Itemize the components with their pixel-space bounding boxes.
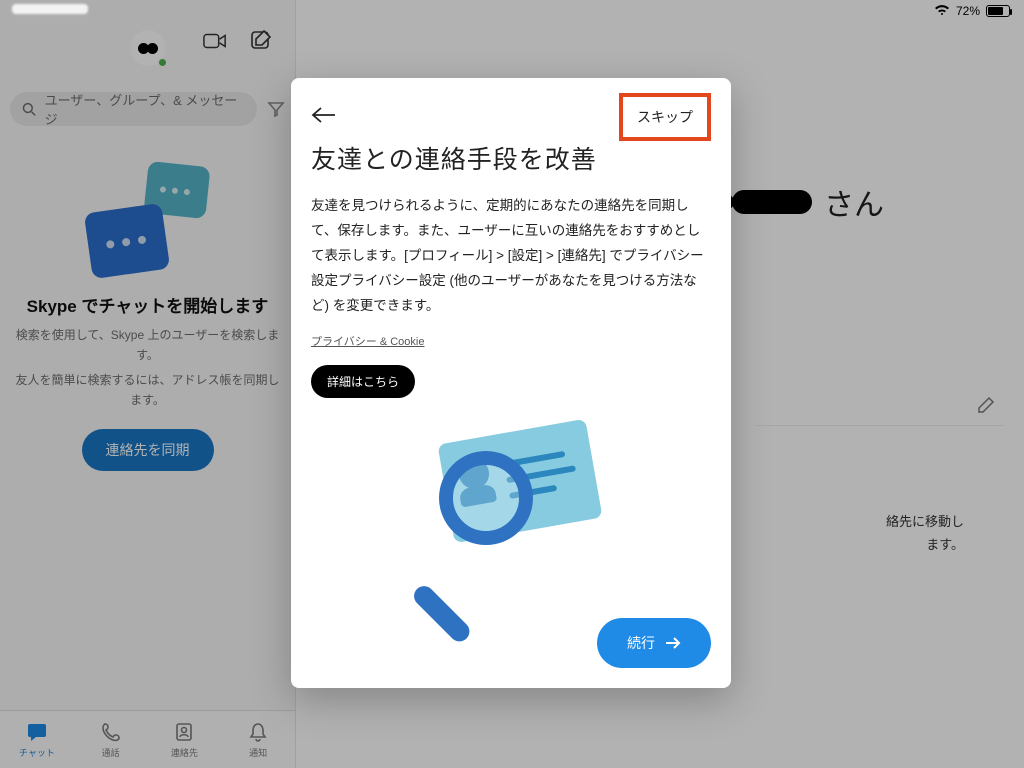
onboarding-modal: スキップ 友達との連絡手段を改善 友達を見つけられるように、定期的にあなたの連絡… <box>291 78 731 688</box>
modal-title: 友達との連絡手段を改善 <box>311 140 711 176</box>
magnifier-icon <box>439 451 533 545</box>
back-button[interactable] <box>311 106 337 129</box>
modal-illustration <box>311 398 711 618</box>
magnifier-handle-icon <box>410 582 474 646</box>
modal-body-text: 友達を見つけられるように、定期的にあなたの連絡先を同期して、保存します。また、ユ… <box>311 194 711 319</box>
redaction <box>12 4 88 14</box>
arrow-right-icon <box>665 637 681 649</box>
continue-button[interactable]: 続行 <box>597 618 711 668</box>
app-root: ユーザー、グループ、& メッセージ Skype でチャットを開始します 検索を使… <box>0 0 1024 768</box>
privacy-cookie-link[interactable]: プライバシー & Cookie <box>311 333 711 349</box>
continue-label: 続行 <box>627 633 655 653</box>
skip-button[interactable]: スキップ <box>619 93 711 141</box>
learn-more-button[interactable]: 詳細はこちら <box>311 365 415 398</box>
